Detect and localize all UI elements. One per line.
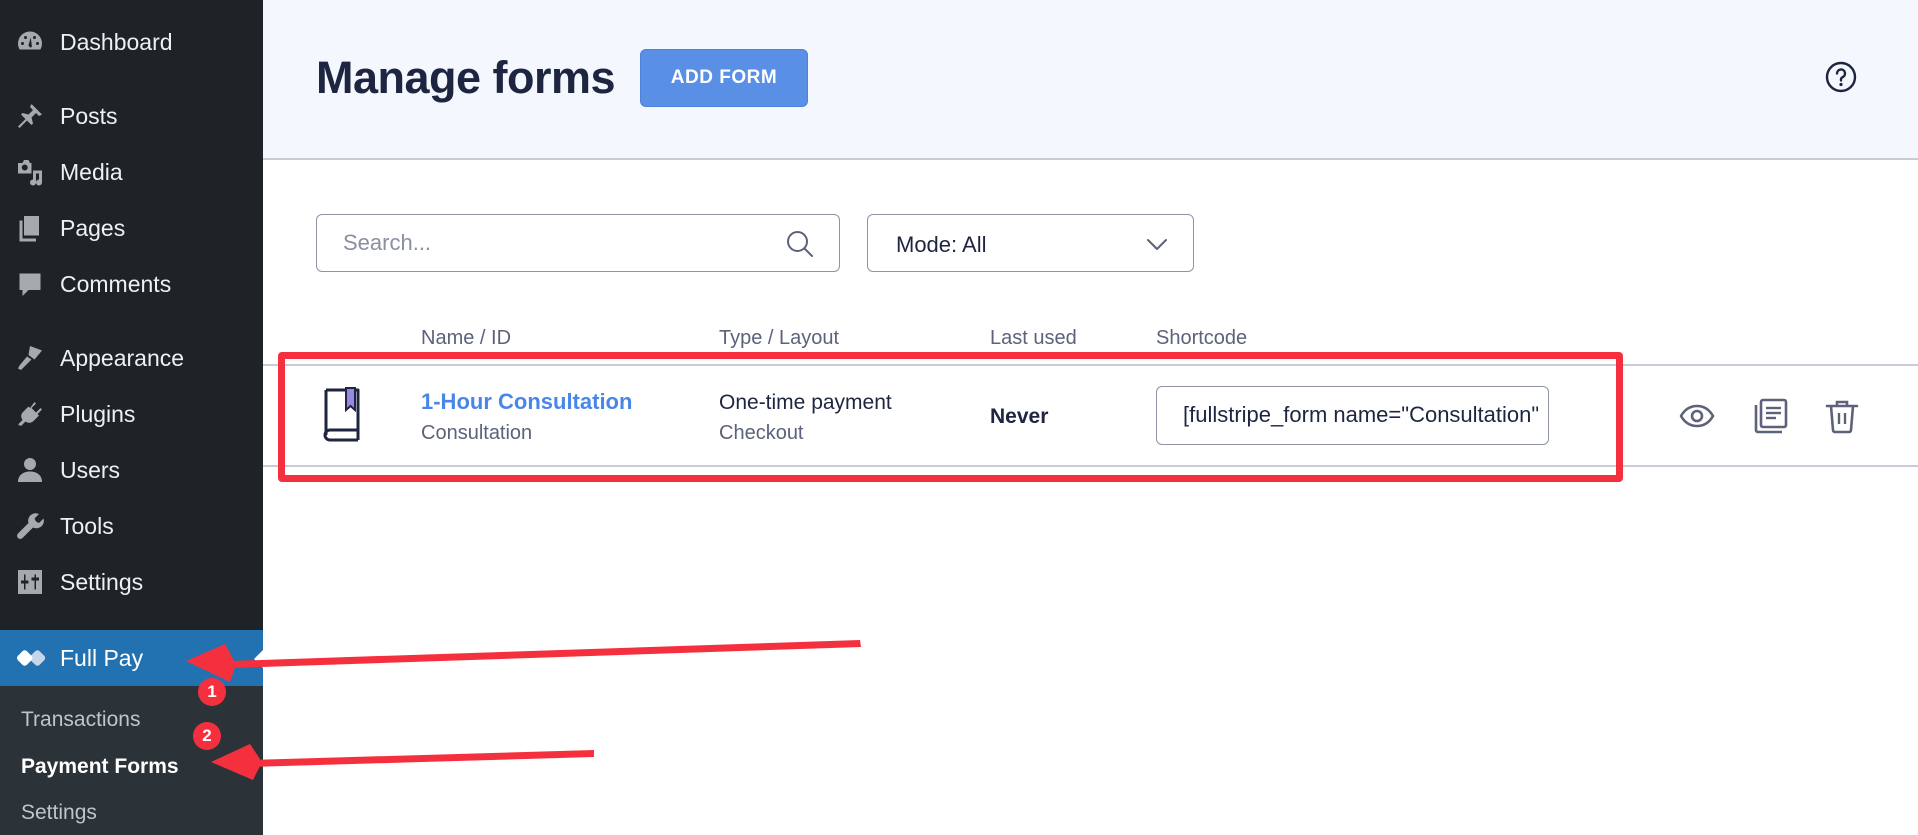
plugin-icon: [0, 399, 60, 429]
sidebar-item-label: Pages: [60, 214, 126, 241]
form-layout: Checkout: [719, 422, 804, 444]
sidebar-item-media[interactable]: Media: [0, 150, 263, 194]
search-icon[interactable]: [785, 229, 815, 259]
sliders-icon: [0, 567, 60, 597]
sidebar-item-posts[interactable]: Posts: [0, 94, 263, 138]
duplicate-button[interactable]: [1752, 398, 1788, 434]
sidebar-item-label: Settings: [60, 568, 144, 595]
full-pay-logo-icon: [0, 647, 60, 669]
column-header-type: Type / Layout: [719, 327, 840, 349]
annotation-arrow-2: [211, 744, 594, 780]
search-input[interactable]: [343, 215, 773, 270]
column-header-last-used: Last used: [990, 327, 1077, 349]
sidebar-item-tools[interactable]: Tools: [0, 504, 263, 548]
paintbrush-icon: [0, 343, 60, 373]
help-button[interactable]: [1825, 61, 1857, 93]
column-header-shortcode: Shortcode: [1156, 327, 1248, 349]
delete-button[interactable]: [1824, 398, 1860, 434]
form-type: One-time payment: [719, 391, 892, 414]
annotation-badge-2: 2: [193, 722, 221, 750]
page-title: Manage forms: [316, 52, 616, 103]
eye-icon: [1679, 404, 1715, 428]
full-pay-submenu: Transactions Payment Forms Settings: [0, 686, 263, 835]
book-icon: [323, 387, 360, 442]
sidebar-item-settings[interactable]: Settings: [0, 560, 263, 604]
chevron-down-icon: [1147, 239, 1167, 250]
sidebar-item-pages[interactable]: Pages: [0, 206, 263, 250]
sidebar-item-label: Tools: [60, 512, 114, 539]
sidebar-item-full-pay[interactable]: Full Pay: [0, 630, 263, 686]
media-icon: [0, 157, 60, 187]
sidebar-item-plugins[interactable]: Plugins: [0, 392, 263, 436]
row-divider: [263, 364, 1918, 366]
form-name-link[interactable]: 1-Hour Consultation: [421, 389, 632, 415]
sidebar-item-label: Dashboard: [60, 28, 173, 55]
pin-icon: [0, 101, 60, 131]
comment-icon: [0, 269, 60, 299]
dashboard-icon: [0, 27, 60, 57]
search-field[interactable]: [316, 214, 840, 272]
sidebar-item-label: Comments: [60, 270, 172, 297]
trash-icon: [1825, 400, 1859, 434]
sidebar-item-label: Posts: [60, 102, 118, 129]
column-header-name: Name / ID: [421, 327, 512, 349]
submenu-item-settings[interactable]: Settings: [21, 801, 97, 825]
sidebar-item-label: Media: [60, 158, 123, 185]
annotation-arrow-1: [186, 640, 861, 682]
sidebar-item-appearance[interactable]: Appearance: [0, 336, 263, 380]
sidebar-item-label: Appearance: [60, 344, 185, 371]
row-divider: [263, 465, 1918, 467]
annotation-badge-1: 1: [198, 678, 226, 706]
sidebar-item-label: Plugins: [60, 400, 136, 427]
shortcode-input[interactable]: [1183, 387, 1538, 443]
submenu-item-transactions[interactable]: Transactions: [21, 708, 140, 732]
submenu-item-payment-forms[interactable]: Payment Forms: [21, 755, 179, 779]
help-circle-icon: [1825, 61, 1857, 93]
page-header: Manage forms ADD FORM: [263, 0, 1918, 160]
sidebar-item-users[interactable]: Users: [0, 448, 263, 492]
last-used: Never: [990, 405, 1049, 428]
admin-sidebar: Dashboard Posts Media Pages Comments App…: [0, 0, 263, 835]
sidebar-item-comments[interactable]: Comments: [0, 262, 263, 306]
add-form-button[interactable]: ADD FORM: [640, 49, 808, 107]
sidebar-item-label: Full Pay: [60, 644, 144, 671]
user-icon: [0, 455, 60, 485]
sidebar-item-label: Users: [60, 456, 121, 483]
wrench-icon: [0, 511, 60, 541]
sidebar-item-dashboard[interactable]: Dashboard: [0, 20, 263, 64]
shortcode-field[interactable]: [1156, 386, 1549, 445]
pages-icon: [0, 213, 60, 243]
copy-icon: [1754, 398, 1788, 434]
mode-select-value: Mode: All: [896, 232, 987, 257]
form-id: Consultation: [421, 422, 533, 444]
preview-button[interactable]: [1679, 398, 1715, 434]
mode-select[interactable]: Mode: All: [867, 214, 1194, 272]
